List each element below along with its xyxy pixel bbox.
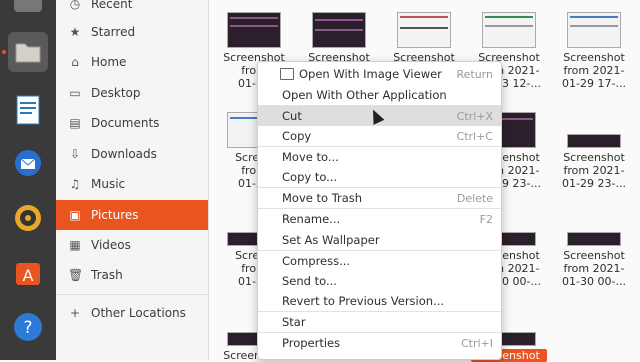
menu-set-as-wallpaper[interactable]: Set As Wallpaper (258, 230, 501, 250)
sidebar-item-label: Recent (91, 0, 133, 11)
places-sidebar: ◷ Recent ★ Starred ⌂ Home ▭ Desktop ▤ Do… (56, 0, 209, 360)
file-item[interactable]: Screenshot (297, 12, 381, 64)
help-icon[interactable]: ? (8, 307, 48, 347)
sidebar-item-label: Desktop (91, 86, 141, 100)
menu-copy-to[interactable]: Copy to... (258, 167, 501, 187)
pictures-icon: ▣ (69, 208, 81, 222)
menu-move-to-trash[interactable]: Move to Trash Delete (258, 188, 501, 208)
sidebar-item-videos[interactable]: ▦ Videos (56, 230, 208, 260)
file-thumbnail (482, 12, 536, 48)
documents-icon: ▤ (69, 116, 81, 130)
writer-app-icon[interactable] (8, 90, 48, 130)
menu-star[interactable]: Star (258, 312, 501, 332)
menu-rename[interactable]: Rename... F2 (258, 209, 501, 229)
sidebar-item-label: Pictures (91, 208, 139, 222)
sidebar-item-music[interactable]: ♫ Music (56, 169, 208, 199)
sidebar-item-starred[interactable]: ★ Starred (56, 17, 208, 47)
file-thumbnail (567, 134, 621, 148)
files-app-icon[interactable] (8, 32, 48, 72)
sidebar-item-trash[interactable]: 🗑 Trash (56, 260, 208, 290)
svg-text:?: ? (23, 318, 32, 338)
sidebar-item-downloads[interactable]: ⇩ Downloads (56, 139, 208, 169)
sidebar-item-label: Starred (91, 25, 136, 39)
file-thumbnail (312, 12, 366, 48)
file-item[interactable]: Screenshot from 2021- 01-30 00-... (552, 210, 636, 288)
sidebar-item-home[interactable]: ⌂ Home (56, 47, 208, 77)
file-name: Screenshot from 2021- 01-29 17-... (562, 51, 626, 90)
file-item[interactable]: Screenshot from 2021- 01-29 17-... (552, 12, 636, 90)
context-menu: Open With Image Viewer Return Open With … (257, 61, 502, 360)
sidebar-item-pictures[interactable]: ▣ Pictures (56, 200, 208, 230)
download-icon: ⇩ (69, 147, 81, 161)
music-icon: ♫ (69, 177, 81, 191)
menu-move-to[interactable]: Move to... (258, 147, 501, 167)
star-icon: ★ (69, 25, 81, 39)
videos-icon: ▦ (69, 238, 81, 252)
file-thumbnail (567, 232, 621, 246)
image-viewer-icon (280, 68, 294, 80)
menu-revert-to-previous-version[interactable]: Revert to Previous Version... (258, 291, 501, 311)
running-indicator (2, 50, 6, 54)
clock-icon: ◷ (69, 0, 81, 11)
file-thumbnail (227, 12, 281, 48)
sidebar-item-label: Documents (91, 116, 160, 130)
menu-properties[interactable]: Properties Ctrl+I (258, 333, 501, 353)
sidebar-item-label: Home (91, 55, 127, 69)
file-name: Screenshot from 2021- 01-29 23-... (562, 151, 626, 190)
menu-open-with-image-viewer[interactable]: Open With Image Viewer Return (258, 64, 501, 84)
menu-open-with-other-application[interactable]: Open With Other Application (258, 85, 501, 105)
plus-icon: + (69, 306, 81, 320)
trash-icon: 🗑 (68, 268, 84, 282)
sidebar-item-label: Music (91, 177, 126, 191)
menu-copy[interactable]: Copy Ctrl+C (258, 126, 501, 146)
dock: A ? (0, 0, 56, 360)
svg-text:A: A (23, 266, 34, 285)
sidebar-item-label: Videos (91, 238, 131, 252)
dock-app-top[interactable] (8, 0, 48, 18)
file-thumbnail (567, 12, 621, 48)
sidebar-item-documents[interactable]: ▤ Documents (56, 108, 208, 138)
menu-compress[interactable]: Compress... (258, 251, 501, 271)
sidebar-item-label: Downloads (91, 147, 157, 161)
sidebar-item-label: Other Locations (91, 306, 186, 320)
menu-send-to[interactable]: Send to... (258, 271, 501, 291)
file-item[interactable]: Screenshot from 2021- 01-29 23-... (552, 112, 636, 190)
rhythmbox-app-icon[interactable] (8, 198, 48, 238)
file-thumbnail (397, 12, 451, 48)
sidebar-item-desktop[interactable]: ▭ Desktop (56, 78, 208, 108)
thunderbird-app-icon[interactable] (8, 143, 48, 183)
file-name: Screenshot from 2021- 01-30 00-... (562, 249, 626, 288)
sidebar-divider (56, 294, 208, 295)
sidebar-item-other-locations[interactable]: + Other Locations (56, 298, 208, 328)
file-item[interactable]: Screenshot (382, 12, 466, 64)
software-center-icon[interactable]: A (8, 252, 48, 292)
sidebar-item-label: Trash (91, 268, 123, 282)
home-icon: ⌂ (71, 55, 79, 69)
desktop-icon: ▭ (69, 86, 81, 100)
